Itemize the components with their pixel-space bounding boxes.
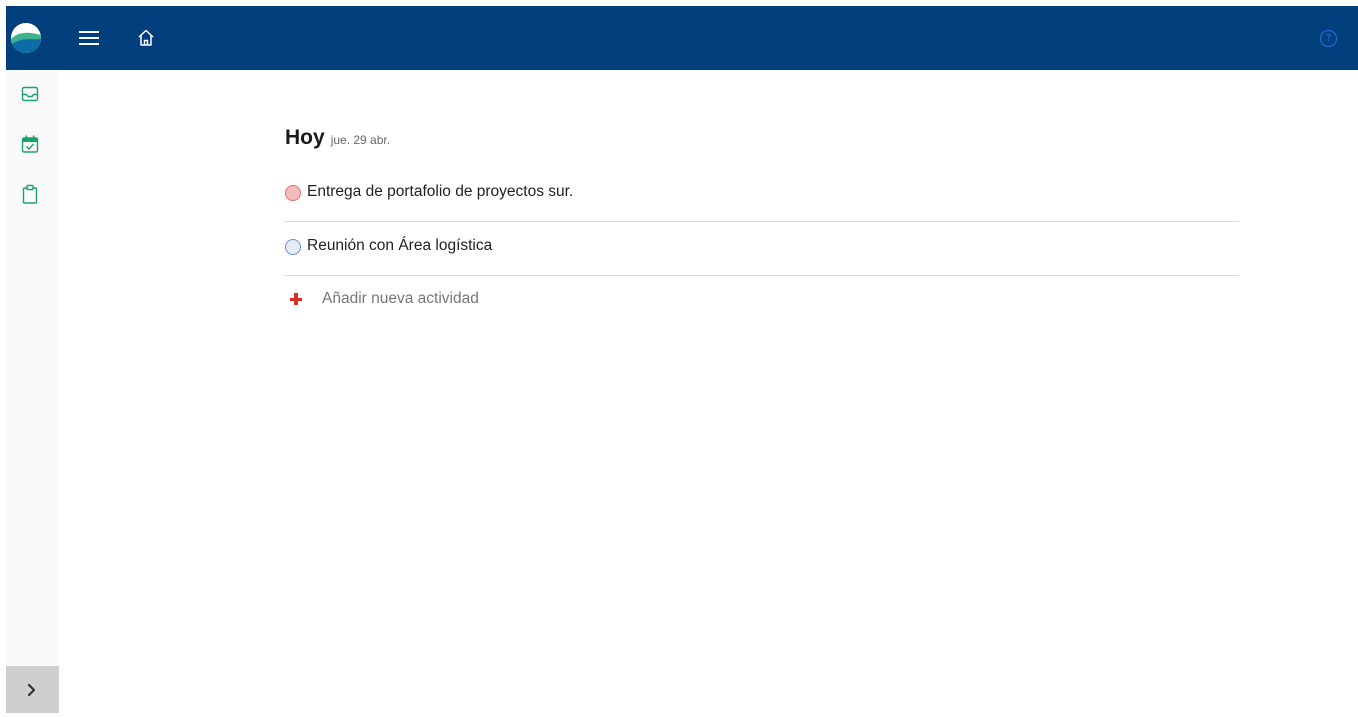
calendar-check-icon[interactable] [19,133,41,155]
chevron-right-icon [27,683,36,697]
clipboard-icon[interactable] [19,183,41,205]
task-status-circle[interactable] [285,185,301,201]
hamburger-menu-icon[interactable] [76,26,102,50]
task-status-circle[interactable] [285,239,301,255]
add-activity-label: Añadir nueva actividad [322,290,479,307]
page-date: jue. 29 abr. [330,133,391,147]
page-title: Hoy [285,126,325,149]
home-icon[interactable] [134,26,158,50]
task-item[interactable]: Reunión con Área logística [285,222,1239,276]
task-label: Entrega de portafolio de proyectos sur. [307,183,574,200]
sidebar [6,70,59,713]
expand-sidebar-button[interactable] [6,666,59,713]
inbox-icon[interactable] [19,83,41,105]
app-logo[interactable] [11,23,41,53]
task-item[interactable]: Entrega de portafolio de proyectos sur. [285,168,1239,222]
app-frame: ? Hoy jue. 29 abr. Entrega de portafolio… [6,6,1358,713]
add-activity-button[interactable]: Añadir nueva actividad [285,286,585,314]
logo-icon [11,23,41,53]
main-content: Hoy jue. 29 abr. Entrega de portafolio de… [59,70,1358,713]
plus-icon [290,293,302,305]
page-heading: Hoy jue. 29 abr. [285,126,390,150]
help-icon[interactable]: ? [1320,30,1337,47]
top-bar: ? [6,6,1358,70]
task-label: Reunión con Área logística [307,237,493,254]
